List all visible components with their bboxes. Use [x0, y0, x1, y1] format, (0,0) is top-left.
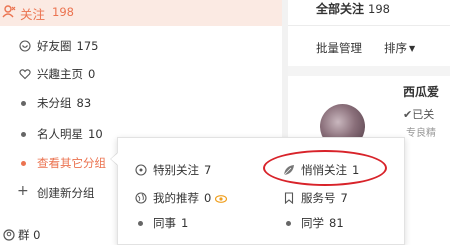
- bullet-dot-icon: [138, 221, 143, 226]
- popup-item-my-recommend[interactable]: 我的推荐 0: [135, 189, 265, 207]
- plus-icon: +: [17, 183, 29, 199]
- sidebar-header-follow[interactable]: 关注 198: [0, 0, 282, 26]
- title-divider: [288, 25, 450, 26]
- sidebar-item-label: 未分组 83: [37, 96, 92, 110]
- sidebar-item-friends-circle[interactable]: 好友圈 175: [0, 35, 282, 57]
- bullet-dot-icon: [21, 101, 26, 106]
- popup-item-label: 同事 1: [153, 216, 189, 230]
- sidebar-item-label: 群 0: [18, 228, 41, 242]
- toolbar-divider: [288, 66, 450, 76]
- follow-status[interactable]: ✔已关: [403, 106, 434, 122]
- sort-dropdown[interactable]: 排序 ▼: [384, 40, 415, 56]
- highlight-ring-annotation: [263, 150, 387, 186]
- sidebar-item-label: 创建新分组: [37, 186, 95, 200]
- batch-manage-button[interactable]: 批量管理: [316, 40, 362, 56]
- popup-item-label: 同学 81: [301, 216, 344, 230]
- heart-icon: [19, 69, 31, 80]
- bullet-dot-icon: [286, 221, 291, 226]
- chevron-down-icon: ▼: [409, 44, 416, 53]
- popup-item-classmates[interactable]: 同学 81: [283, 214, 393, 232]
- page-title: 全部关注 198: [316, 2, 390, 16]
- popup-item-label: 我的推荐 0: [153, 190, 228, 206]
- group-chat-icon: [3, 229, 15, 241]
- globe-icon: [135, 192, 147, 204]
- sidebar-item-label: 兴趣主页 0: [37, 67, 96, 81]
- user-group-icon: [2, 5, 16, 18]
- sidebar-item-label: 名人明星 10: [37, 127, 103, 141]
- bullet-dot-icon: [21, 132, 26, 137]
- sidebar-item-ungrouped[interactable]: 未分组 83: [0, 92, 282, 114]
- popup-item-service-account[interactable]: 服务号 7: [283, 189, 393, 207]
- check-icon: ✔: [403, 108, 413, 121]
- popup-item-label: 服务号 7: [301, 191, 348, 205]
- bullet-dot-icon: [21, 161, 26, 166]
- popup-item-colleagues[interactable]: 同事 1: [135, 214, 255, 232]
- friends-circle-icon: [19, 40, 31, 52]
- sidebar-item-label: 查看其它分组: [37, 156, 106, 170]
- sidebar-item-label: 好友圈 175: [37, 39, 99, 53]
- popup-item-label: 特别关注 7: [153, 163, 212, 177]
- eye-icon: [215, 194, 228, 203]
- sidebar-header-count: 198: [52, 5, 74, 19]
- bookmark-icon: [284, 192, 294, 204]
- sidebar-item-interest-page[interactable]: 兴趣主页 0: [0, 63, 282, 85]
- popup-arrow-inner: [111, 153, 118, 165]
- sidebar-header-label: 关注: [20, 7, 46, 22]
- user-card-name[interactable]: 西瓜爱: [403, 83, 439, 100]
- popup-item-special-follow[interactable]: 特别关注 7: [135, 161, 255, 179]
- user-card-subtitle: 专良精: [406, 128, 436, 139]
- target-icon: [135, 164, 147, 176]
